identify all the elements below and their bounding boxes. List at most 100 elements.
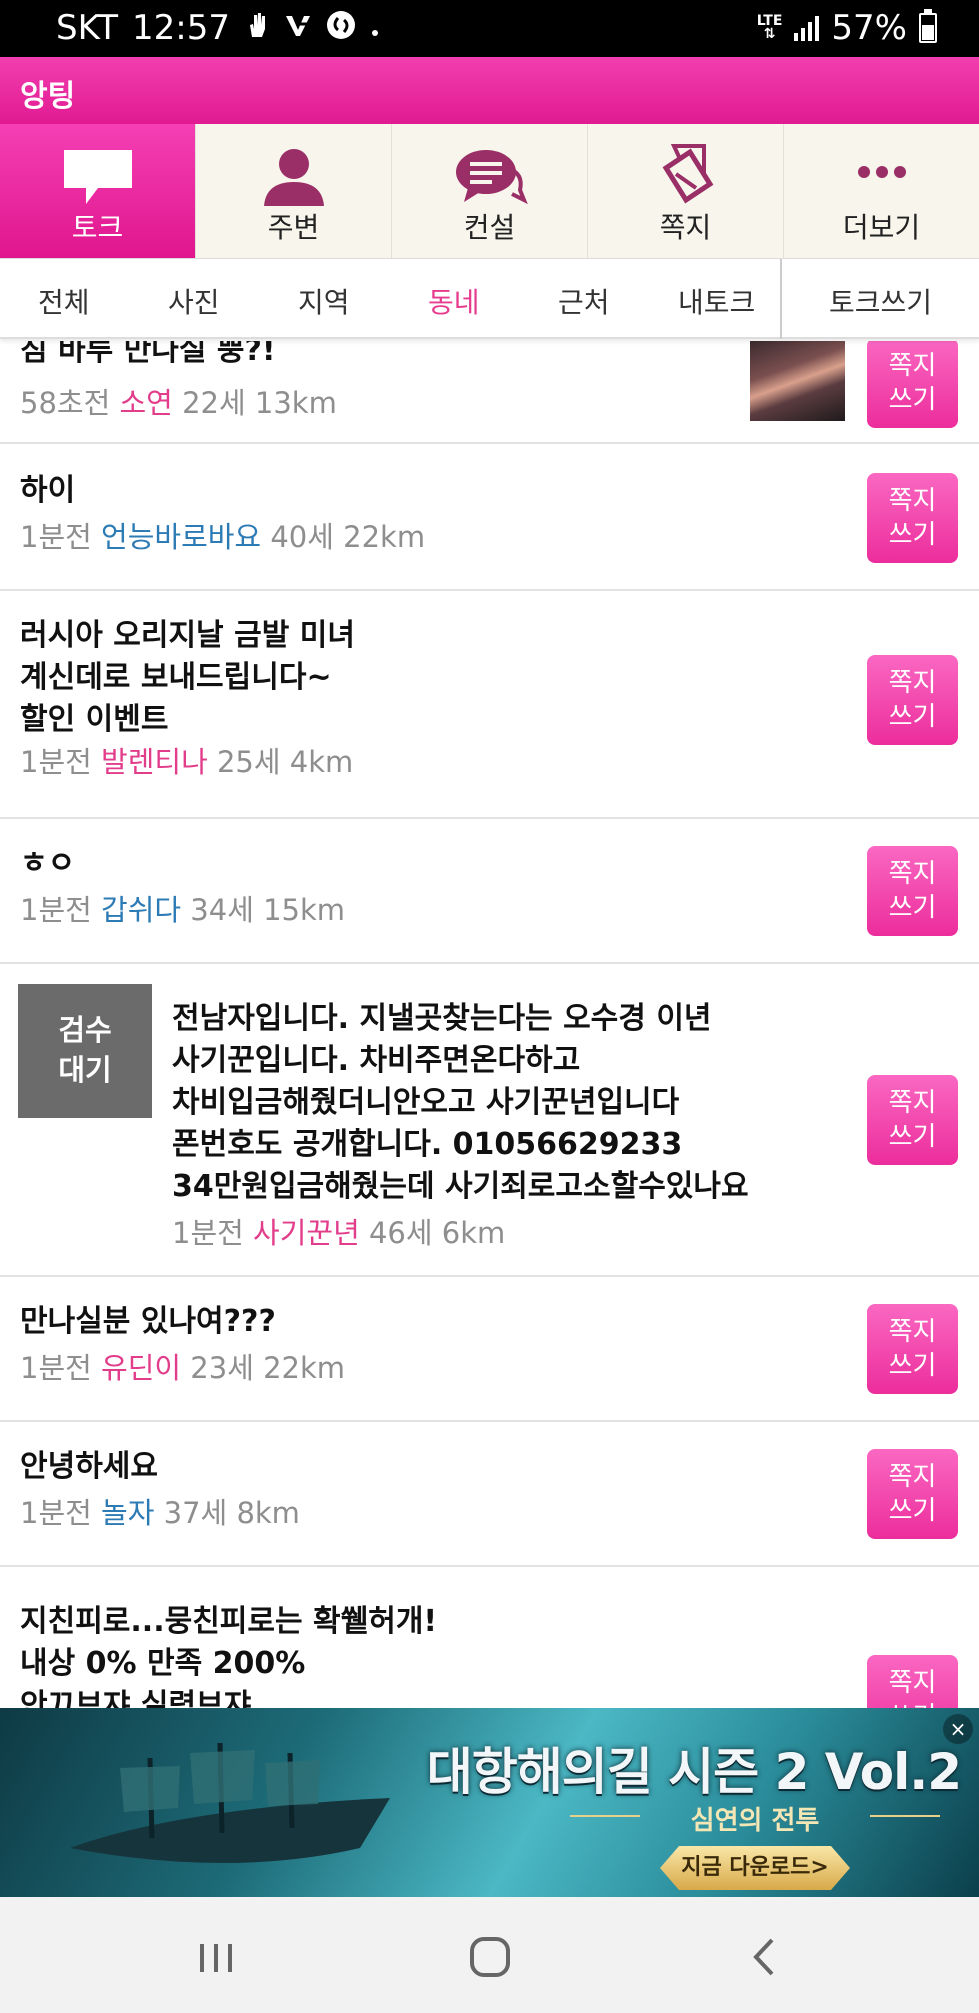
talk-list[interactable]: 짐 바루 만나실 뿡?! 58초전 소연 22세 13km 쪽지 쓰기 하이 1분…	[0, 341, 979, 1708]
subtab-photo[interactable]: 사진	[168, 281, 220, 321]
btn-line2: 쓰기	[888, 1496, 937, 1526]
ship-illustration-icon	[70, 1742, 390, 1863]
profile-photo[interactable]	[750, 341, 845, 421]
post-line: 만나실분 있나여???	[20, 1304, 276, 1339]
ad-title: 대항해의길 시즌 2 Vol.2	[426, 1743, 962, 1801]
tab-label: 더보기	[842, 211, 921, 244]
status-left: SKT 12:57	[56, 8, 380, 48]
post-meta: 1분전 유딘이 23세 22km	[20, 1345, 345, 1387]
system-nav-bar	[0, 1897, 979, 2013]
signal-icon	[794, 15, 820, 41]
tab-label: 주변	[267, 211, 320, 244]
ad-banner[interactable]: 대항해의길 시즌 2 Vol.2 심연의 전투 지금 다운로드> ×	[0, 1708, 979, 1897]
post-nickname[interactable]: 유딘이	[101, 1351, 181, 1385]
tab-more[interactable]: 더보기	[784, 124, 979, 258]
list-item[interactable]: 안녕하세요 1분전 놀자 37세 8km 쪽지 쓰기	[0, 1422, 979, 1567]
post-text: 하이	[20, 470, 75, 512]
ad-download-button[interactable]: 지금 다운로드>	[660, 1846, 850, 1890]
list-item[interactable]: ㅎㅇ 1분전 갑쉬다 34세 15km 쪽지 쓰기	[0, 819, 979, 964]
network-label: LTE	[756, 13, 783, 29]
post-line: 러시아 오리지날 금발 미녀	[20, 618, 355, 653]
write-message-button[interactable]: 쪽지쓰기	[867, 1075, 958, 1165]
subtab-near[interactable]: 근처	[558, 281, 610, 321]
post-meta: 1분전 놀자 37세 8km	[20, 1490, 300, 1532]
tab-label: 토크	[71, 211, 124, 244]
btn-line1: 쪽지	[888, 1668, 937, 1698]
post-nickname[interactable]: 사기꾼년	[253, 1216, 360, 1250]
home-icon[interactable]	[460, 1932, 520, 1982]
list-item[interactable]: 러시아 오리지날 금발 미녀 계신데로 보내드립니다~ 할인 이벤트 1분전 발…	[0, 591, 979, 819]
write-message-button[interactable]: 쪽지쓰기	[867, 1304, 958, 1394]
post-nickname[interactable]: 소연	[119, 386, 172, 420]
post-age: 22세	[182, 386, 246, 420]
post-time: 1분전	[20, 745, 92, 779]
btn-line2: 쓰기	[888, 385, 937, 415]
list-item[interactable]: 하이 1분전 언능바로바요 40세 22km 쪽지 쓰기	[0, 446, 979, 591]
lte-icon: LTE ⇅	[756, 13, 783, 42]
subtab-neighborhood[interactable]: 동네	[428, 281, 480, 321]
recent-apps-icon[interactable]	[186, 1932, 246, 1982]
subtab-my-talk[interactable]: 내토크	[678, 281, 755, 321]
tab-consult[interactable]: 컨설	[392, 124, 588, 258]
list-item[interactable]: 검수 대기 전남자입니다. 지낼곳찾는다는 오수경 이년 사기꾼입니다. 차비주…	[0, 964, 979, 1277]
post-distance: 15km	[263, 893, 346, 927]
more-dots-icon	[842, 144, 922, 210]
write-message-button[interactable]: 쪽지쓰기	[867, 341, 958, 428]
post-line: 34만원입금해줬는데 사기죄로고소할수있나요	[172, 1169, 749, 1204]
write-message-button[interactable]: 쪽지쓰기	[867, 655, 958, 745]
post-nickname[interactable]: 놀자	[101, 1496, 154, 1530]
post-line: 사기꾼입니다. 차비주면온다하고	[172, 1043, 581, 1078]
sub-tab-bar: 전체 사진 지역 동네 근처 내토크 토크쓰기	[0, 259, 979, 339]
post-meta: 1분전 갑쉬다 34세 15km	[20, 887, 345, 929]
tab-notes[interactable]: 쪽지	[588, 124, 784, 258]
post-text: 지친피로...뭉친피로는 확쒵허개! 내상 0% 만족 200% 안끄브쟈 실력…	[20, 1601, 437, 1708]
post-line: 폰번호도 공개합니다. 01056629233	[172, 1127, 683, 1162]
write-message-button[interactable]: 쪽지쓰기	[867, 1655, 958, 1708]
tab-talk[interactable]: 토크	[0, 124, 196, 258]
post-age: 46세	[368, 1216, 433, 1250]
chat-bubble-icon	[58, 144, 138, 210]
tab-label: 쪽지	[659, 211, 712, 244]
ad-close-button[interactable]: ×	[943, 1714, 973, 1744]
post-nickname[interactable]: 언능바로바요	[101, 520, 261, 554]
post-text: 러시아 오리지날 금발 미녀 계신데로 보내드립니다~ 할인 이벤트	[20, 615, 355, 741]
list-item[interactable]: 짐 바루 만나실 뿡?! 58초전 소연 22세 13km 쪽지 쓰기	[0, 341, 979, 444]
post-line: 할인 이벤트	[20, 702, 169, 737]
consult-bubble-icon	[450, 144, 530, 210]
post-meta: 1분전 사기꾼년 46세 6km	[172, 1210, 505, 1252]
post-meta: 1분전 발렌티나 25세 4km	[20, 739, 353, 781]
post-nickname[interactable]: 발렌티나	[101, 745, 208, 779]
dot-icon	[370, 12, 380, 45]
post-time: 1분전	[172, 1216, 244, 1250]
post-nickname[interactable]: 갑쉬다	[101, 893, 181, 927]
write-message-button[interactable]: 쪽지쓰기	[867, 846, 958, 936]
post-text: 전남자입니다. 지낼곳찾는다는 오수경 이년 사기꾼입니다. 차비주면온다하고 …	[172, 998, 749, 1208]
post-text: ㅎㅇ	[20, 843, 75, 885]
post-time: 1분전	[20, 520, 92, 554]
subtab-all[interactable]: 전체	[38, 281, 90, 321]
write-talk-button[interactable]: 토크쓰기	[782, 281, 979, 321]
pending-review-badge: 검수 대기	[18, 984, 152, 1118]
post-time: 1분전	[20, 1496, 92, 1530]
post-meta: 1분전 언능바로바요 40세 22km	[20, 514, 425, 556]
app-title: 앙팅	[20, 79, 76, 114]
subtab-region[interactable]: 지역	[298, 281, 350, 321]
write-message-button[interactable]: 쪽지쓰기	[867, 473, 958, 563]
write-message-button[interactable]: 쪽지쓰기	[867, 1449, 958, 1539]
btn-line2: 쓰기	[888, 1351, 937, 1381]
btn-line2: 쓰기	[888, 702, 937, 732]
post-distance: 13km	[254, 386, 337, 420]
list-item[interactable]: 만나실분 있나여??? 1분전 유딘이 23세 22km 쪽지 쓰기	[0, 1277, 979, 1422]
post-distance: 6km	[441, 1216, 506, 1250]
app-bar: 앙팅	[0, 57, 979, 124]
post-line: 지친피로...뭉친피로는 확쒵허개!	[20, 1604, 438, 1639]
post-text: 만나실분 있나여???	[20, 1301, 276, 1343]
btn-line1: 쪽지	[888, 351, 937, 381]
list-item[interactable]: 지친피로...뭉친피로는 확쒵허개! 내상 0% 만족 200% 안끄브쟈 실력…	[0, 1567, 979, 1708]
back-icon[interactable]	[734, 1932, 794, 1982]
tab-nearby[interactable]: 주변	[196, 124, 392, 258]
post-age: 25세	[216, 745, 281, 779]
btn-line1: 쪽지	[888, 859, 937, 889]
post-distance: 22km	[343, 520, 426, 554]
post-line: 짐 바루 만나실 뿡?!	[20, 341, 276, 368]
